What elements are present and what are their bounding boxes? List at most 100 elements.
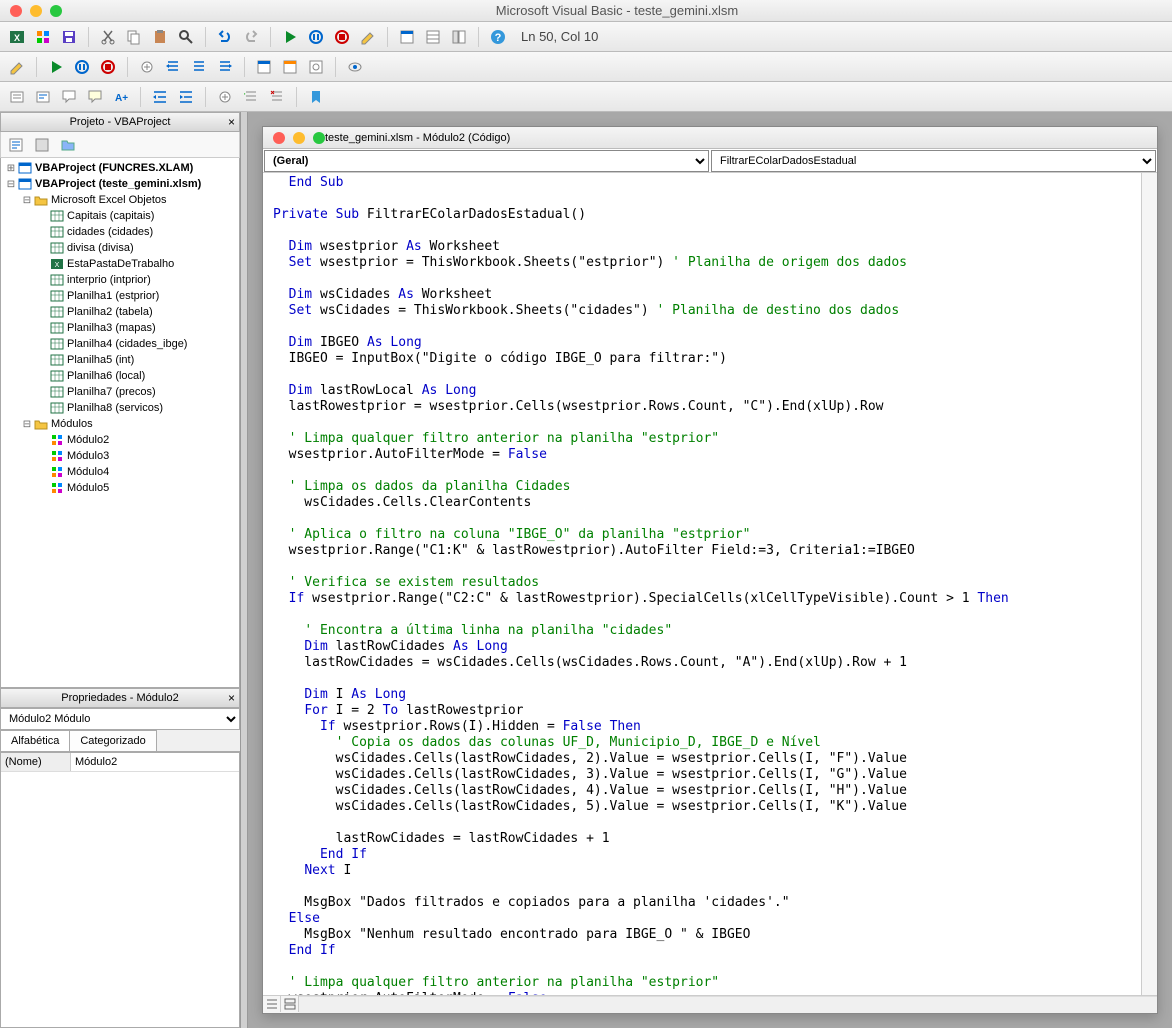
copy-button[interactable] [123, 26, 145, 48]
tree-item[interactable]: cidades (cidades) [1, 224, 239, 240]
code-window: teste_gemini.xlsm - Módulo2 (Código) (Ge… [262, 126, 1158, 1014]
tree-item[interactable]: ⊞VBAProject (FUNCRES.XLAM) [1, 160, 239, 176]
tree-item[interactable]: ⊟Microsoft Excel Objetos [1, 192, 239, 208]
procedure-view-button[interactable] [263, 996, 281, 1012]
tree-item[interactable]: Módulo5 [1, 480, 239, 496]
properties-window-button[interactable] [422, 26, 444, 48]
tree-item[interactable]: divisa (divisa) [1, 240, 239, 256]
object-browser-button[interactable] [448, 26, 470, 48]
tree-item[interactable]: ⊟Módulos [1, 416, 239, 432]
mod-icon [49, 481, 65, 495]
properties-panel-title: Propriedades - Módulo2 [61, 692, 178, 704]
proj-icon [17, 177, 33, 191]
list-constants-button[interactable] [32, 86, 54, 108]
sheet-icon [49, 385, 65, 399]
watch-window-button[interactable] [305, 56, 327, 78]
immediate-window-button[interactable] [279, 56, 301, 78]
project-panel-close-button[interactable]: × [228, 115, 235, 129]
tree-item[interactable]: ⊟VBAProject (teste_gemini.xlsm) [1, 176, 239, 192]
stop-button[interactable] [331, 26, 353, 48]
project-explorer-button[interactable] [396, 26, 418, 48]
tab-alphabetic[interactable]: Alfabética [0, 730, 70, 751]
toggle-breakpoint-button[interactable] [136, 56, 158, 78]
insert-module-button[interactable] [32, 26, 54, 48]
view-object-button[interactable] [31, 134, 53, 156]
properties-panel-header: Propriedades - Módulo2 × [0, 688, 240, 708]
run-button[interactable] [279, 26, 301, 48]
property-name-value[interactable]: Módulo2 [71, 753, 239, 771]
tree-item[interactable]: interprio (intprior) [1, 272, 239, 288]
toggle-folders-button[interactable] [57, 134, 79, 156]
horizontal-scrollbar[interactable] [299, 996, 1157, 1013]
mod-icon [49, 433, 65, 447]
mod-icon [49, 465, 65, 479]
undo-button[interactable] [214, 26, 236, 48]
view-code-button[interactable] [5, 134, 27, 156]
svg-text:': ' [244, 92, 246, 101]
app-titlebar: Microsoft Visual Basic - teste_gemini.xl… [0, 0, 1172, 22]
locals-window-button[interactable] [253, 56, 275, 78]
design-mode-button[interactable] [357, 26, 379, 48]
tree-item[interactable]: Módulo3 [1, 448, 239, 464]
cut-button[interactable] [97, 26, 119, 48]
view-excel-button[interactable]: X [6, 26, 28, 48]
step-over-button[interactable] [188, 56, 210, 78]
list-props-button[interactable] [6, 86, 28, 108]
reset-button[interactable] [97, 56, 119, 78]
tree-item[interactable]: Capitais (capitais) [1, 208, 239, 224]
tree-item[interactable]: Planilha1 (estprior) [1, 288, 239, 304]
outdent-button[interactable] [175, 86, 197, 108]
tree-item[interactable]: Planilha7 (precos) [1, 384, 239, 400]
redo-button[interactable] [240, 26, 262, 48]
full-module-view-button[interactable] [281, 996, 299, 1012]
properties-object-select[interactable]: Módulo2 Módulo [0, 708, 240, 730]
tree-item[interactable]: Planilha5 (int) [1, 352, 239, 368]
properties-panel-close-button[interactable]: × [228, 691, 235, 705]
tab-categorized[interactable]: Categorizado [69, 730, 156, 751]
tree-item[interactable]: Planilha3 (mapas) [1, 320, 239, 336]
tree-item[interactable]: Módulo4 [1, 464, 239, 480]
sheet-icon [49, 321, 65, 335]
compile-button[interactable] [6, 56, 28, 78]
help-button[interactable]: ? [487, 26, 509, 48]
step-into-button[interactable] [162, 56, 184, 78]
run-sub-button[interactable] [45, 56, 67, 78]
project-tree[interactable]: ⊞VBAProject (FUNCRES.XLAM)⊟VBAProject (t… [0, 158, 240, 688]
minimize-window-button[interactable] [30, 5, 42, 17]
tree-item[interactable]: Planilha6 (local) [1, 368, 239, 384]
toggle-bookmark-button[interactable] [305, 86, 327, 108]
toggle-bp-button[interactable] [214, 86, 236, 108]
parameter-info-button[interactable] [84, 86, 106, 108]
procedure-select[interactable]: FiltrarEColarDadosEstadual [711, 150, 1156, 172]
code-maximize-button[interactable] [313, 132, 325, 144]
tree-item[interactable]: Planilha2 (tabela) [1, 304, 239, 320]
step-out-button[interactable] [214, 56, 236, 78]
maximize-window-button[interactable] [50, 5, 62, 17]
quick-watch-button[interactable] [344, 56, 366, 78]
indent-button[interactable] [149, 86, 171, 108]
tree-item[interactable]: XEstaPastaDeTrabalho [1, 256, 239, 272]
code-close-button[interactable] [273, 132, 285, 144]
pause-button[interactable] [305, 26, 327, 48]
tree-item[interactable]: Módulo2 [1, 432, 239, 448]
paste-button[interactable] [149, 26, 171, 48]
svg-text:X: X [55, 262, 60, 269]
tree-item[interactable]: Planilha8 (servicos) [1, 400, 239, 416]
break-button[interactable] [71, 56, 93, 78]
uncomment-block-button[interactable] [266, 86, 288, 108]
close-window-button[interactable] [10, 5, 22, 17]
vertical-scrollbar[interactable] [1141, 173, 1157, 995]
window-title: Microsoft Visual Basic - teste_gemini.xl… [62, 3, 1172, 18]
code-minimize-button[interactable] [293, 132, 305, 144]
save-button[interactable] [58, 26, 80, 48]
tree-item[interactable]: Planilha4 (cidades_ibge) [1, 336, 239, 352]
quick-info-button[interactable] [58, 86, 80, 108]
object-select[interactable]: (Geral) [264, 150, 709, 172]
edit-toolbar: A+ ' [0, 82, 1172, 112]
code-editor[interactable]: End Sub Private Sub FiltrarEColarDadosEs… [263, 173, 1141, 995]
complete-word-button[interactable]: A+ [110, 86, 132, 108]
vertical-splitter[interactable] [240, 112, 248, 1028]
sheet-icon [49, 401, 65, 415]
find-button[interactable] [175, 26, 197, 48]
comment-block-button[interactable]: ' [240, 86, 262, 108]
